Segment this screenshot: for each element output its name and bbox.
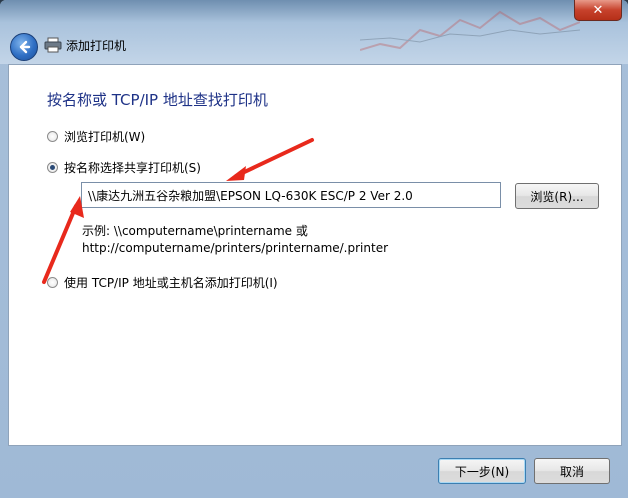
cancel-button[interactable]: 取消 <box>534 458 610 484</box>
option-browse-printer-label: 浏览打印机(W) <box>64 130 146 144</box>
close-button[interactable]: ✕ <box>574 0 622 21</box>
shared-printer-path-input[interactable] <box>81 182 501 208</box>
window-title: 添加打印机 <box>66 39 127 53</box>
background-chart-decoration <box>360 10 580 51</box>
option-tcpip-printer[interactable]: 使用 TCP/IP 地址或主机名添加打印机(I) <box>47 274 278 291</box>
add-printer-window: ✕ 添加打印机 按名称或 TCP/IP 地址查找打印机 浏览打印机(W) 按名称… <box>0 0 628 498</box>
page-heading: 按名称或 TCP/IP 地址查找打印机 <box>47 91 268 109</box>
example-line-2: http://computername/printers/printername… <box>82 241 389 255</box>
back-arrow-icon <box>19 40 31 54</box>
browse-button[interactable]: 浏览(R)... <box>515 183 599 209</box>
radio-browse-printer[interactable] <box>47 131 58 142</box>
radio-select-shared-printer[interactable] <box>47 162 58 173</box>
wizard-content: 按名称或 TCP/IP 地址查找打印机 浏览打印机(W) 按名称选择共享打印机(… <box>8 64 622 446</box>
back-button[interactable] <box>10 33 38 61</box>
printer-icon <box>44 37 62 53</box>
option-tcpip-printer-label: 使用 TCP/IP 地址或主机名添加打印机(I) <box>64 276 278 290</box>
option-select-shared-printer-label: 按名称选择共享打印机(S) <box>64 161 201 175</box>
option-browse-printer[interactable]: 浏览打印机(W) <box>47 128 145 145</box>
option-select-shared-printer[interactable]: 按名称选择共享打印机(S) <box>47 159 201 176</box>
example-line-1: 示例: \\computername\printername 或 <box>82 224 308 238</box>
radio-tcpip-printer[interactable] <box>47 277 58 288</box>
next-button[interactable]: 下一步(N) <box>438 458 526 484</box>
example-text: 示例: \\computername\printername 或 http://… <box>82 223 388 257</box>
close-icon: ✕ <box>592 2 604 18</box>
